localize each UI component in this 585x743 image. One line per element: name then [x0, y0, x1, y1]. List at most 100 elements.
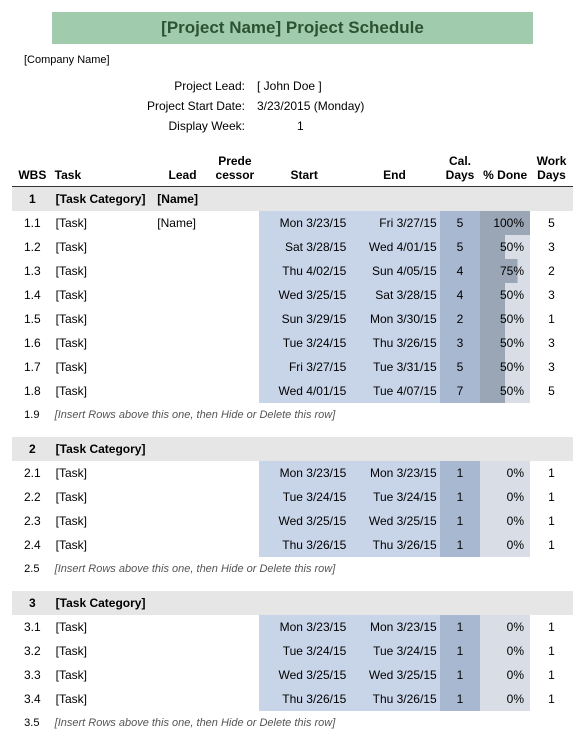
cell-work-days: 1: [530, 485, 573, 509]
task-row: 1.1[Task][Name]Mon 3/23/15Fri 3/27/15510…: [12, 211, 573, 235]
cell-lead: [154, 331, 210, 355]
cell-pct-done: 0%: [480, 615, 530, 639]
cell-pred: [211, 461, 259, 485]
cell-task: [Task]: [53, 283, 155, 307]
cell-lead: [154, 355, 210, 379]
cell-end: Tue 4/07/15: [349, 379, 439, 403]
cell-pct-done: 50%: [480, 283, 530, 307]
cell-task: [Task]: [53, 533, 155, 557]
header-task: Task: [53, 150, 155, 187]
cell-task: [Task]: [53, 355, 155, 379]
cell-pred: [211, 259, 259, 283]
cell-wbs: 2.1: [12, 461, 53, 485]
cell-lead: [154, 485, 210, 509]
cell-wbs: 1.4: [12, 283, 53, 307]
page-title: [Project Name] Project Schedule: [52, 12, 533, 44]
cell-pred: [211, 331, 259, 355]
cell-work-days: 1: [530, 307, 573, 331]
cell-wbs: 1.5: [12, 307, 53, 331]
header-pred: Prede cessor: [211, 150, 259, 187]
task-row: 1.8[Task]Wed 4/01/15Tue 4/07/15750%5: [12, 379, 573, 403]
category-wbs: 1: [12, 187, 53, 211]
hint-row: 1.9[Insert Rows above this one, then Hid…: [12, 403, 573, 427]
cell-wbs: 1.1: [12, 211, 53, 235]
hint-text: [Insert Rows above this one, then Hide o…: [53, 403, 573, 427]
task-row: 3.1[Task]Mon 3/23/15Mon 3/23/1510%1: [12, 615, 573, 639]
cell-wbs: 3.3: [12, 663, 53, 687]
cell-lead: [154, 639, 210, 663]
task-row: 1.7[Task]Fri 3/27/15Tue 3/31/15550%3: [12, 355, 573, 379]
task-row: 3.4[Task]Thu 3/26/15Thu 3/26/1510%1: [12, 687, 573, 711]
cell-cal-days: 1: [440, 461, 481, 485]
cell-task: [Task]: [53, 307, 155, 331]
category-row: 2[Task Category]: [12, 437, 573, 461]
cell-pct-done: 0%: [480, 663, 530, 687]
cell-start: Tue 3/24/15: [259, 331, 349, 355]
cell-cal-days: 1: [440, 533, 481, 557]
hint-wbs: 1.9: [12, 403, 53, 427]
cell-cal-days: 1: [440, 663, 481, 687]
cell-pred: [211, 533, 259, 557]
info-row-start: Project Start Date: 3/23/2015 (Monday): [12, 96, 573, 116]
cell-task: [Task]: [53, 615, 155, 639]
cell-pred: [211, 639, 259, 663]
cell-cal-days: 2: [440, 307, 481, 331]
cell-work-days: 3: [530, 331, 573, 355]
hint-wbs: 2.5: [12, 557, 53, 581]
project-lead-label: Project Lead:: [12, 79, 257, 93]
display-week-label: Display Week:: [12, 119, 257, 133]
cell-pct-done: 50%: [480, 307, 530, 331]
cell-cal-days: 1: [440, 639, 481, 663]
cell-lead: [154, 235, 210, 259]
category-lead: [154, 591, 210, 615]
cell-cal-days: 5: [440, 211, 481, 235]
cell-wbs: 3.1: [12, 615, 53, 639]
header-wbs: WBS: [12, 150, 53, 187]
category-lead: [154, 437, 210, 461]
cell-wbs: 3.2: [12, 639, 53, 663]
cell-pred: [211, 615, 259, 639]
cell-work-days: 3: [530, 283, 573, 307]
task-row: 2.2[Task]Tue 3/24/15Tue 3/24/1510%1: [12, 485, 573, 509]
cell-start: Fri 3/27/15: [259, 355, 349, 379]
cell-lead: [154, 533, 210, 557]
cell-work-days: 5: [530, 379, 573, 403]
cell-pred: [211, 211, 259, 235]
cell-wbs: 1.7: [12, 355, 53, 379]
cell-pred: [211, 485, 259, 509]
cell-end: Sat 3/28/15: [349, 283, 439, 307]
cell-end: Thu 3/26/15: [349, 533, 439, 557]
category-wbs: 3: [12, 591, 53, 615]
task-row: 2.4[Task]Thu 3/26/15Thu 3/26/1510%1: [12, 533, 573, 557]
cell-task: [Task]: [53, 259, 155, 283]
cell-work-days: 1: [530, 615, 573, 639]
cell-pct-done: 0%: [480, 533, 530, 557]
cell-cal-days: 4: [440, 259, 481, 283]
task-row: 2.1[Task]Mon 3/23/15Mon 3/23/1510%1: [12, 461, 573, 485]
cell-start: Tue 3/24/15: [259, 485, 349, 509]
cell-end: Thu 3/26/15: [349, 331, 439, 355]
task-row: 1.3[Task]Thu 4/02/15Sun 4/05/15475%2: [12, 259, 573, 283]
cell-task: [Task]: [53, 687, 155, 711]
cell-pct-done: 0%: [480, 461, 530, 485]
cell-wbs: 1.2: [12, 235, 53, 259]
cell-start: Wed 4/01/15: [259, 379, 349, 403]
cell-task: [Task]: [53, 331, 155, 355]
task-row: 1.4[Task]Wed 3/25/15Sat 3/28/15450%3: [12, 283, 573, 307]
task-row: 1.6[Task]Tue 3/24/15Thu 3/26/15350%3: [12, 331, 573, 355]
project-lead-value: [ John Doe ]: [257, 79, 322, 93]
cell-pct-done: 0%: [480, 485, 530, 509]
category-name: [Task Category]: [53, 591, 155, 615]
cell-cal-days: 1: [440, 485, 481, 509]
cell-task: [Task]: [53, 663, 155, 687]
category-name: [Task Category]: [53, 437, 155, 461]
cell-pred: [211, 663, 259, 687]
category-wbs: 2: [12, 437, 53, 461]
cell-pct-done: 75%: [480, 259, 530, 283]
category-name: [Task Category]: [53, 187, 155, 211]
hint-text: [Insert Rows above this one, then Hide o…: [53, 557, 573, 581]
cell-start: Sun 3/29/15: [259, 307, 349, 331]
cell-start: Wed 3/25/15: [259, 663, 349, 687]
cell-pred: [211, 235, 259, 259]
cell-wbs: 1.3: [12, 259, 53, 283]
